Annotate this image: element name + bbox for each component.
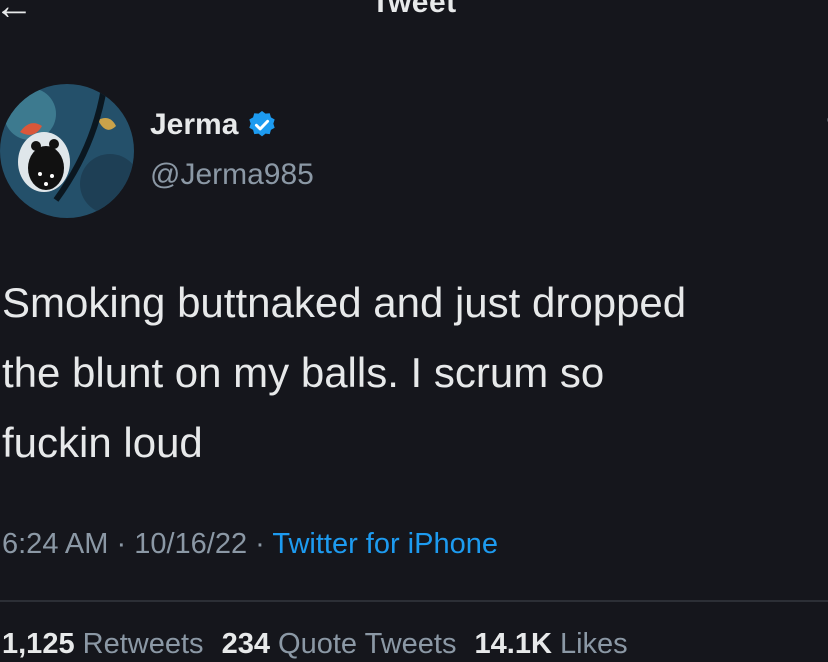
retweets-stat[interactable]: 1,125 Retweets: [2, 628, 204, 660]
page-title: Tweet: [371, 0, 457, 19]
likes-stat[interactable]: 14.1K Likes: [475, 628, 628, 660]
top-bar: ← Tweet: [0, 0, 828, 30]
meta-separator: ·: [247, 528, 273, 560]
author-handle[interactable]: @Jerma985: [150, 158, 314, 192]
avatar-image: [0, 84, 134, 218]
tweet-date[interactable]: 10/16/22: [134, 528, 247, 560]
avatar[interactable]: [0, 84, 134, 218]
tweet-source[interactable]: Twitter for iPhone: [272, 528, 498, 560]
meta-separator: ·: [108, 528, 135, 560]
likes-count: 14.1K: [474, 628, 552, 660]
quotes-label: Quote Tweets: [278, 628, 457, 660]
quotes-count: 234: [221, 628, 270, 660]
divider: [0, 600, 828, 602]
more-options-icon[interactable]: ·: [824, 102, 828, 136]
likes-label: Likes: [559, 628, 628, 660]
retweets-count: 1,125: [2, 628, 75, 660]
author-name-row[interactable]: Jerma: [150, 108, 278, 142]
author-name[interactable]: Jerma: [150, 108, 238, 142]
retweets-label: Retweets: [82, 628, 204, 660]
quotes-stat[interactable]: 234 Quote Tweets: [222, 628, 457, 660]
verified-badge-icon: [246, 109, 278, 141]
tweet-text: Smoking buttnaked and just dropped the b…: [2, 279, 687, 466]
tweet-meta: 6:24 AM · 10/16/22 · Twitter for iPhone: [2, 528, 498, 561]
tweet-time[interactable]: 6:24 AM: [2, 528, 108, 560]
tweet-stats: 1,125 Retweets 234 Quote Tweets 14.1K Li…: [2, 628, 628, 661]
